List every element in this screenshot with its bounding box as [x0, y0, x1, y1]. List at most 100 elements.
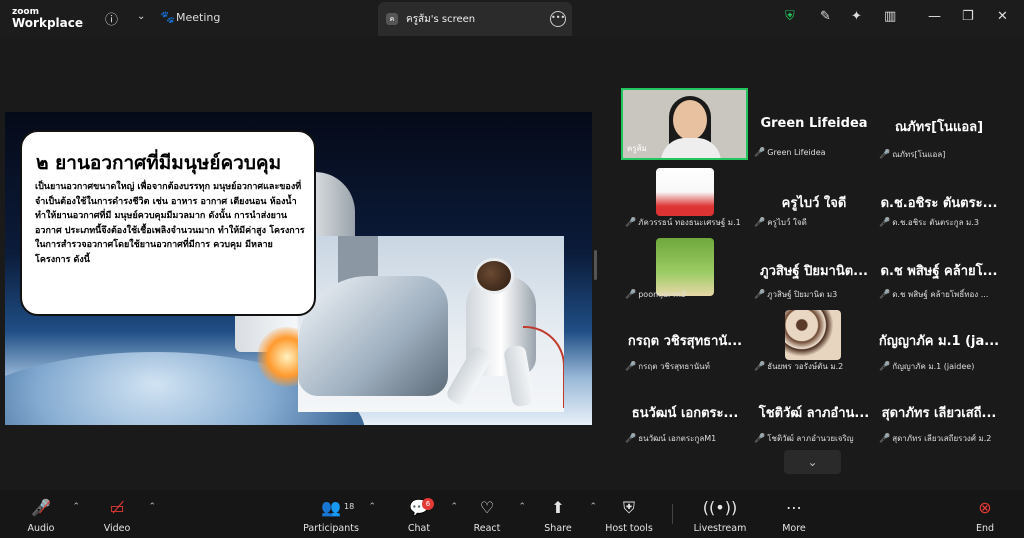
- more-button[interactable]: ⋯ More: [759, 490, 829, 538]
- text-bubble: ๒ ยานอวกาศที่มีมนุษย์ควบคุม เป็นยานอวกาศ…: [20, 130, 316, 316]
- video-tile[interactable]: 🎤 poomjai-m3: [620, 238, 750, 310]
- video-tile[interactable]: กัญญาภัค ม.1 (ja... 🎤 กัญญาภัค ม.1 (jaide…: [874, 306, 1004, 378]
- more-icon: ⋯: [786, 498, 802, 517]
- end-button[interactable]: ⊗ End: [950, 490, 1020, 538]
- tile-label: ณภัทร[โนแอล]: [892, 150, 946, 159]
- tile-label: poomjai-m3: [638, 290, 686, 299]
- video-tile-camera[interactable]: ครูส้ม: [621, 88, 748, 160]
- video-tile[interactable]: กรฤต วชิรสุทธานั... 🎤 กรฤต วชิรสุทธานันท์: [620, 306, 750, 378]
- livestream-button[interactable]: ((•)) Livestream: [685, 490, 755, 538]
- livestream-icon: ((•)): [702, 498, 738, 517]
- chevron-down-icon[interactable]: ⌄: [137, 11, 145, 22]
- mic-muted-icon: 🎤: [625, 290, 637, 300]
- mic-off-icon: 🎤̸: [31, 498, 51, 517]
- toolbar-divider: [672, 504, 673, 524]
- chat-badge: 6: [422, 498, 434, 510]
- video-tile[interactable]: ธนวัฒน์ เอกตระ... 🎤 ธนวัฒน์ เอกตระกูลM1: [620, 378, 750, 450]
- video-tile[interactable]: ด.ช.อชิระ ตันตระ... 🎤 ด.ช.อชิระ ตันตระกูล…: [874, 168, 1004, 240]
- video-off-icon: ▭̸: [109, 498, 125, 517]
- tile-name: กัญญาภัค ม.1 (ja...: [878, 334, 1000, 349]
- screen-tab-label: ครูส้ม's screen: [406, 14, 476, 25]
- meeting-label[interactable]: Meeting: [176, 11, 220, 24]
- mic-muted-icon: 🎤: [625, 434, 637, 444]
- share-screen-icon: ⬆: [551, 498, 565, 517]
- mic-muted-icon: 🎤: [754, 218, 766, 228]
- participants-count: 18: [344, 502, 355, 511]
- shared-screen[interactable]: ๒ ยานอวกาศที่มีมนุษย์ควบคุม เป็นยานอวกาศ…: [5, 112, 592, 425]
- minimize-icon[interactable]: —: [928, 9, 941, 24]
- screen-share-tab[interactable]: ค ครูส้ม's screen •••: [378, 2, 572, 36]
- video-tile[interactable]: สุดาภัทร เลียวเสถี... 🎤 สุดาภัทร เลียวเสถ…: [874, 378, 1004, 450]
- host-tools-button[interactable]: ⛨ Host tools: [594, 490, 664, 538]
- participants-button[interactable]: 👥 18 Participants ⌃: [296, 490, 376, 538]
- react-label: React: [473, 523, 501, 534]
- scroll-down-button[interactable]: ⌄: [784, 450, 841, 474]
- mic-muted-icon: 🎤: [879, 218, 891, 228]
- tile-name: กรฤต วชิรสุทธานั...: [627, 334, 743, 349]
- mic-muted-icon: 🎤: [625, 218, 637, 228]
- tile-label: กัญญาภัค ม.1 (jaidee): [892, 362, 975, 371]
- video-caret-icon[interactable]: ⌃: [148, 502, 156, 512]
- mic-muted-icon: 🎤: [625, 362, 637, 372]
- share-label: Share: [544, 523, 572, 534]
- sparkle-icon[interactable]: ✦: [851, 9, 862, 24]
- video-label: Video: [103, 523, 131, 534]
- restore-icon[interactable]: ❐: [962, 9, 974, 24]
- video-tile[interactable]: ณภัทร[โนแอล] 🎤 ณภัทร[โนแอล]: [874, 92, 1004, 164]
- pen-icon[interactable]: ✎: [820, 9, 831, 24]
- host-shield-icon: ⛨: [622, 498, 635, 517]
- astronaut-photo: [298, 236, 564, 412]
- tile-label: ธนวัฒน์ เอกตระกูลM1: [638, 434, 717, 443]
- video-tile[interactable]: ด.ช พสิษฐ์ คล้ายโ... 🎤 ด.ช พสิษฐ์ คล้ายโพ…: [874, 236, 1004, 308]
- mic-muted-icon: 🎤: [754, 362, 766, 372]
- tile-name: ภูวสิษฐ์ ปิยมานิต...: [760, 264, 868, 279]
- tile-label: ภัควรรธน์ ทองธนะเศรษฐ์ ม.1: [638, 218, 741, 227]
- video-tile[interactable]: โชติวัฒ์ ลาภอำน... 🎤 โชติวัฒ์ ลาภอำนวยเจร…: [749, 378, 879, 450]
- chat-button[interactable]: 💬 6 Chat ⌃: [384, 490, 458, 538]
- tile-name: ณภัทร[โนแอล]: [894, 120, 984, 135]
- heart-icon: ♡: [479, 498, 495, 517]
- avatar-golf: [656, 238, 714, 296]
- close-icon[interactable]: ✕: [997, 9, 1008, 24]
- avatar-cartoon: [656, 168, 714, 216]
- tile-name: ครูไบว์ ใจดี: [781, 196, 847, 211]
- mic-muted-icon: 🎤: [879, 150, 891, 160]
- video-tile[interactable]: ภูวสิษฐ์ ปิยมานิต... 🎤 ภูวสิษฐ์ ปิยมานิต …: [749, 236, 879, 308]
- participants-icon: 👥: [321, 498, 341, 517]
- video-button[interactable]: ▭̸ Video ⌃: [82, 490, 156, 538]
- tile-name: ธนวัฒน์ เอกตระ...: [631, 406, 739, 421]
- mic-muted-icon: 🎤: [879, 290, 891, 300]
- tile-label: สุดาภัทร เลียวเสถียรวงศ์ ม.2: [892, 434, 992, 443]
- tile-name: โชติวัฒ์ ลาภอำน...: [758, 406, 870, 421]
- participants-label: Participants: [303, 523, 359, 534]
- react-button[interactable]: ♡ React ⌃: [452, 490, 526, 538]
- chat-label: Chat: [407, 523, 431, 534]
- paw-icon: 🐾: [160, 10, 175, 24]
- video-tile[interactable]: 🎤 ภัควรรธน์ ทองธนะเศรษฐ์ ม.1: [620, 168, 750, 240]
- meeting-toolbar: 🎤̸ Audio ⌃ ▭̸ Video ⌃ 👥 18 Participants …: [0, 490, 1024, 538]
- tile-label: กรฤต วชิรสุทธานันท์: [638, 362, 710, 371]
- video-tile[interactable]: 🎤 ธันยพร วอรังษ์ตัน ม.2: [749, 306, 879, 378]
- mic-muted-icon: 🎤: [754, 148, 766, 158]
- video-tile[interactable]: ครูไบว์ ใจดี 🎤 ครูไบว์ ใจดี: [749, 168, 879, 240]
- end-label: End: [975, 523, 995, 534]
- tile-label: ภูวสิษฐ์ ปิยมานิต ม3: [767, 290, 838, 299]
- share-button[interactable]: ⬆ Share ⌃: [523, 490, 597, 538]
- participants-caret-icon[interactable]: ⌃: [368, 502, 376, 512]
- audio-caret-icon[interactable]: ⌃: [72, 502, 80, 512]
- info-icon[interactable]: ⓘ: [105, 9, 118, 28]
- tile-label: ธันยพร วอรังษ์ตัน ม.2: [767, 362, 844, 371]
- zoom-logo: zoom Workplace: [12, 7, 83, 29]
- tile-label: ครูส้ม: [627, 144, 647, 153]
- mic-muted-icon: 🎤: [754, 290, 766, 300]
- shield-icon[interactable]: ⛨: [785, 9, 795, 24]
- panel-resize-handle[interactable]: [594, 250, 597, 280]
- video-tile[interactable]: Green Lifeidea 🎤 Green Lifeidea: [749, 92, 879, 164]
- chevron-down-icon: ⌄: [807, 455, 818, 469]
- audio-button[interactable]: 🎤̸ Audio ⌃: [6, 490, 80, 538]
- layout-icon[interactable]: ▥: [884, 9, 896, 24]
- more-icon[interactable]: •••: [550, 11, 566, 27]
- logo-line2: Workplace: [12, 16, 84, 30]
- mic-muted-icon: 🎤: [754, 434, 766, 444]
- tile-name: ด.ช พสิษฐ์ คล้ายโ...: [880, 264, 998, 279]
